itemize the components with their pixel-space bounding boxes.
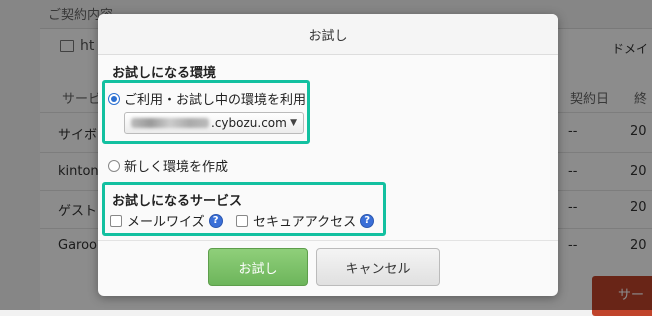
trial-button[interactable]: お試し — [208, 248, 308, 286]
trial-dialog: お試し お試しになる環境 ご利用・お試し中の環境を利用 .cybozu.com … — [98, 14, 558, 296]
service-section-title: お試しになるサービス — [112, 194, 243, 209]
radio-new-env[interactable]: 新しく環境を作成 — [108, 156, 228, 175]
checkbox-mailwise[interactable]: メールワイズ ? — [110, 211, 223, 230]
help-icon[interactable]: ? — [360, 213, 375, 228]
dialog-footer-divider — [98, 240, 558, 241]
dialog-title: お試し — [98, 14, 558, 55]
cancel-button[interactable]: キャンセル — [316, 248, 440, 286]
radio-existing-label: ご利用・お試し中の環境を利用 — [124, 93, 307, 108]
env-section-title: お試しになる環境 — [112, 66, 217, 81]
help-icon[interactable]: ? — [208, 213, 223, 228]
radio-button[interactable] — [108, 159, 120, 172]
radio-existing-env[interactable]: ご利用・お試し中の環境を利用 — [108, 89, 306, 108]
secure-access-label: セキュアアクセス — [253, 215, 357, 230]
env-select[interactable]: .cybozu.com ▼ — [124, 112, 304, 134]
env-select-value: .cybozu.com — [211, 116, 287, 130]
radio-button[interactable] — [108, 92, 120, 105]
mailwise-label: メールワイズ — [127, 215, 205, 230]
blurred-subdomain — [131, 118, 209, 128]
checkbox-secure-access[interactable]: セキュアアクセス ? — [236, 211, 375, 230]
checkbox[interactable] — [110, 214, 122, 227]
checkbox[interactable] — [236, 214, 248, 227]
radio-new-label: 新しく環境を作成 — [124, 160, 229, 175]
chevron-down-icon: ▼ — [290, 118, 297, 128]
